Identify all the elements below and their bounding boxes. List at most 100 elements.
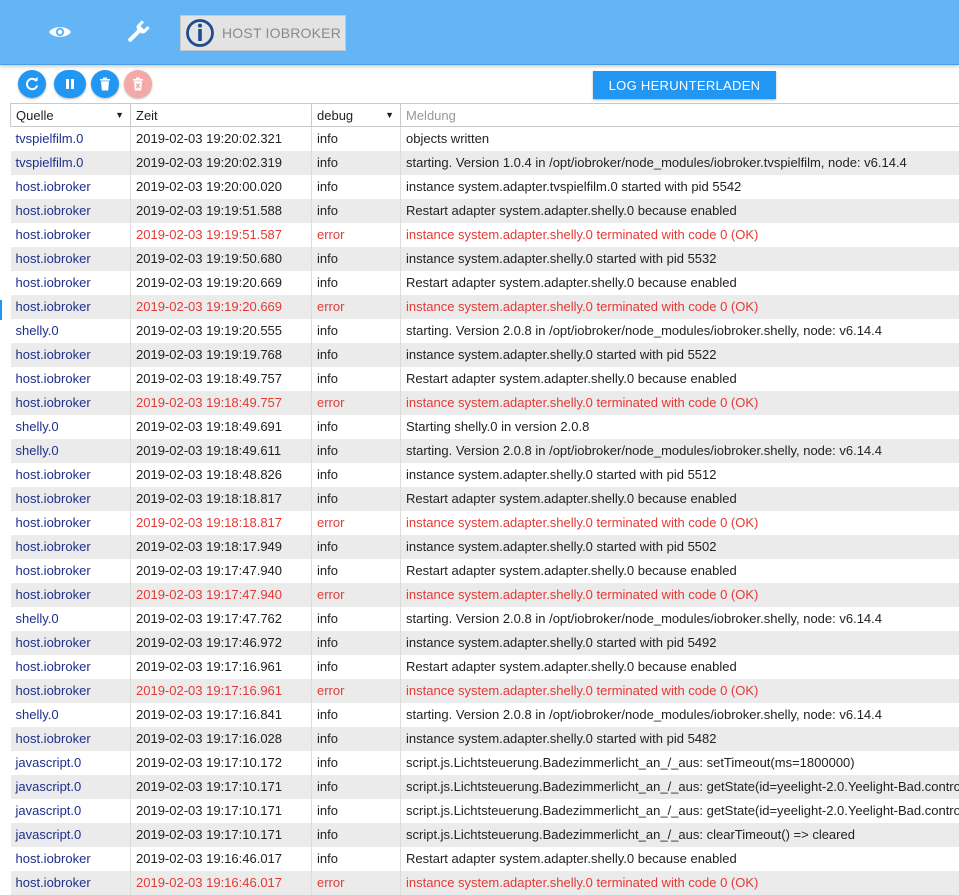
- row-severity: info: [311, 630, 401, 655]
- row-source: javascript.0: [10, 750, 131, 775]
- caret-down-icon: ▼: [115, 110, 124, 120]
- row-severity: info: [311, 846, 401, 871]
- row-message: Restart adapter system.adapter.shelly.0 …: [400, 486, 959, 511]
- wrench-icon[interactable]: [124, 18, 152, 46]
- row-source: host.iobroker: [10, 366, 131, 391]
- log-table: Quelle ▼ Zeit debug ▼ Meldung tvspielfil…: [10, 103, 959, 895]
- row-source: shelly.0: [10, 702, 131, 727]
- table-row: host.iobroker 2019-02-03 19:17:16.961 info…: [10, 654, 959, 679]
- clear-log-button[interactable]: [124, 70, 152, 98]
- row-source: host.iobroker: [10, 678, 131, 703]
- delete-log-button[interactable]: [91, 70, 119, 98]
- table-row: shelly.0 2019-02-03 19:17:47.762 info start…: [10, 606, 959, 631]
- top-bar: HOST IOBROKER: [0, 0, 959, 65]
- row-severity: error: [311, 510, 401, 535]
- row-message: Restart adapter system.adapter.shelly.0 …: [400, 558, 959, 583]
- table-row: host.iobroker 2019-02-03 19:18:17.949 info…: [10, 534, 959, 559]
- iobroker-logo-icon: [186, 19, 214, 47]
- row-source: host.iobroker: [10, 342, 131, 367]
- table-row: host.iobroker 2019-02-03 19:19:50.680 info…: [10, 246, 959, 271]
- eye-icon[interactable]: [46, 18, 74, 46]
- table-row: javascript.0 2019-02-03 19:17:10.171 info s…: [10, 774, 959, 799]
- message-filter-input[interactable]: Meldung: [400, 103, 959, 127]
- row-message: instance system.adapter.shelly.0 termina…: [400, 222, 959, 247]
- table-row: tvspielfilm.0 2019-02-03 19:20:02.319 info…: [10, 150, 959, 175]
- row-source: javascript.0: [10, 774, 131, 799]
- row-time: 2019-02-03 19:18:48.826: [130, 462, 312, 487]
- table-row: host.iobroker 2019-02-03 19:17:46.972 info…: [10, 630, 959, 655]
- row-source: host.iobroker: [10, 390, 131, 415]
- row-severity: info: [311, 534, 401, 559]
- row-severity: info: [311, 366, 401, 391]
- severity-filter-select[interactable]: debug ▼: [311, 103, 401, 127]
- table-row: host.iobroker 2019-02-03 19:18:18.817 info…: [10, 486, 959, 511]
- row-severity: info: [311, 150, 401, 175]
- source-filter-select[interactable]: Quelle ▼: [10, 103, 131, 127]
- row-time: 2019-02-03 19:17:10.171: [130, 822, 312, 847]
- row-severity: info: [311, 750, 401, 775]
- row-time: 2019-02-03 19:17:47.762: [130, 606, 312, 631]
- row-time: 2019-02-03 19:17:16.961: [130, 678, 312, 703]
- row-message: instance system.adapter.shelly.0 started…: [400, 630, 959, 655]
- row-time: 2019-02-03 19:18:49.691: [130, 414, 312, 439]
- time-filter-input[interactable]: Zeit: [130, 103, 312, 127]
- download-log-button[interactable]: LOG HERUNTERLADEN: [593, 71, 776, 99]
- row-source: host.iobroker: [10, 630, 131, 655]
- row-message: starting. Version 2.0.8 in /opt/iobroker…: [400, 606, 959, 631]
- row-message: starting. Version 1.0.4 in /opt/iobroker…: [400, 150, 959, 175]
- row-time: 2019-02-03 19:20:02.319: [130, 150, 312, 175]
- table-header-row: Quelle ▼ Zeit debug ▼ Meldung: [10, 103, 959, 127]
- row-message: Restart adapter system.adapter.shelly.0 …: [400, 270, 959, 295]
- row-time: 2019-02-03 19:16:46.017: [130, 846, 312, 871]
- row-source: host.iobroker: [10, 222, 131, 247]
- row-message: instance system.adapter.shelly.0 termina…: [400, 294, 959, 319]
- row-message: objects written: [400, 126, 959, 151]
- row-message: starting. Version 2.0.8 in /opt/iobroker…: [400, 318, 959, 343]
- table-row: host.iobroker 2019-02-03 19:17:47.940 erro…: [10, 582, 959, 607]
- row-time: 2019-02-03 19:19:20.669: [130, 270, 312, 295]
- row-source: host.iobroker: [10, 174, 131, 199]
- row-severity: info: [311, 438, 401, 463]
- row-source: javascript.0: [10, 822, 131, 847]
- row-message: instance system.adapter.shelly.0 termina…: [400, 870, 959, 895]
- row-source: host.iobroker: [10, 582, 131, 607]
- row-severity: info: [311, 270, 401, 295]
- host-tab[interactable]: HOST IOBROKER: [180, 15, 346, 51]
- row-source: host.iobroker: [10, 534, 131, 559]
- table-row: host.iobroker 2019-02-03 19:18:49.757 info…: [10, 366, 959, 391]
- table-row: tvspielfilm.0 2019-02-03 19:20:02.321 info…: [10, 126, 959, 151]
- table-row: shelly.0 2019-02-03 19:19:20.555 info start…: [10, 318, 959, 343]
- table-row: host.iobroker 2019-02-03 19:16:46.017 erro…: [10, 870, 959, 895]
- table-row: host.iobroker 2019-02-03 19:19:51.588 info…: [10, 198, 959, 223]
- table-row: host.iobroker 2019-02-03 19:17:16.961 erro…: [10, 678, 959, 703]
- row-message: script.js.Lichtsteuerung.Badezimmerlicht…: [400, 750, 959, 775]
- caret-down-icon: ▼: [385, 110, 394, 120]
- row-message: instance system.adapter.shelly.0 started…: [400, 462, 959, 487]
- time-column-label: Zeit: [136, 107, 158, 123]
- table-row: host.iobroker 2019-02-03 19:19:20.669 erro…: [10, 294, 959, 319]
- row-severity: info: [311, 414, 401, 439]
- row-time: 2019-02-03 19:20:02.321: [130, 126, 312, 151]
- row-time: 2019-02-03 19:17:10.171: [130, 774, 312, 799]
- row-source: host.iobroker: [10, 294, 131, 319]
- row-time: 2019-02-03 19:20:00.020: [130, 174, 312, 199]
- row-severity: info: [311, 726, 401, 751]
- table-row: host.iobroker 2019-02-03 19:17:16.028 info…: [10, 726, 959, 751]
- row-severity: info: [311, 774, 401, 799]
- table-row: host.iobroker 2019-02-03 19:18:48.826 info…: [10, 462, 959, 487]
- row-time: 2019-02-03 19:18:49.611: [130, 438, 312, 463]
- row-source: tvspielfilm.0: [10, 126, 131, 151]
- table-row: shelly.0 2019-02-03 19:18:49.611 info start…: [10, 438, 959, 463]
- table-row: host.iobroker 2019-02-03 19:18:18.817 erro…: [10, 510, 959, 535]
- table-row: shelly.0 2019-02-03 19:18:49.691 info Start…: [10, 414, 959, 439]
- row-source: host.iobroker: [10, 726, 131, 751]
- row-message: instance system.adapter.shelly.0 termina…: [400, 678, 959, 703]
- pause-button[interactable]: [54, 70, 86, 98]
- refresh-button[interactable]: [18, 70, 46, 98]
- row-message: script.js.Lichtsteuerung.Badezimmerlicht…: [400, 822, 959, 847]
- row-time: 2019-02-03 19:18:49.757: [130, 390, 312, 415]
- row-message: Restart adapter system.adapter.shelly.0 …: [400, 654, 959, 679]
- row-message: instance system.adapter.tvspielfilm.0 st…: [400, 174, 959, 199]
- row-source: host.iobroker: [10, 270, 131, 295]
- row-source: shelly.0: [10, 606, 131, 631]
